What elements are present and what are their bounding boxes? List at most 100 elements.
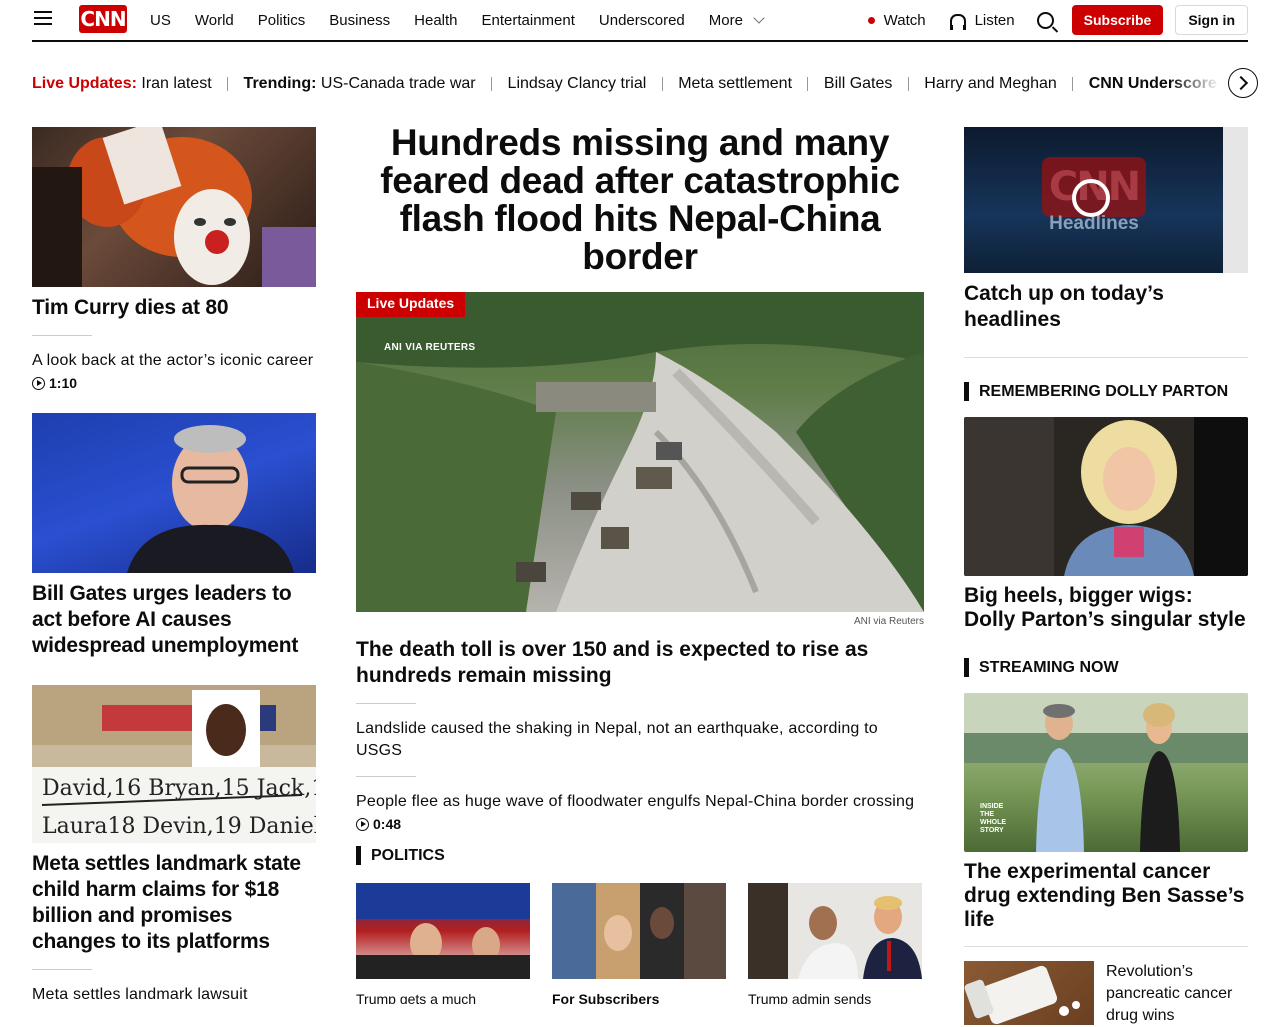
divider (227, 76, 229, 91)
politics-image[interactable] (748, 883, 922, 979)
ben-sasse-image[interactable]: INSIDE THE WHOLE STORY (964, 693, 1248, 852)
divider (807, 76, 809, 91)
nav-business[interactable]: Business (329, 12, 390, 29)
trending-label: Trending: (243, 75, 317, 92)
politics-card[interactable]: Trump gets a much (356, 883, 530, 1004)
divider (491, 76, 493, 91)
nav-world[interactable]: World (195, 12, 234, 29)
streaming-section-header: STREAMING NOW (964, 658, 1248, 677)
pill-bottle-illustration (964, 965, 1080, 1025)
main-headline[interactable]: Hundreds missing and many feared dead af… (356, 124, 924, 276)
politics-card[interactable]: For Subscribers (552, 883, 726, 1004)
politics-caption[interactable]: For Subscribers (552, 990, 726, 1004)
hero-subheadline[interactable]: The death toll is over 150 and is expect… (356, 637, 924, 689)
gates-illustration (127, 425, 294, 573)
flood-illustration (356, 292, 924, 612)
section-bar (356, 846, 361, 865)
politics-card[interactable]: Trump admin sends (748, 883, 922, 1004)
bill-gates-headline[interactable]: Bill Gates urges leaders to act before A… (32, 581, 316, 659)
related-link-usgs[interactable]: Landslide caused the shaking in Nepal, n… (356, 718, 924, 762)
sign-in-button[interactable]: Sign in (1175, 5, 1248, 35)
search-icon[interactable] (1036, 11, 1054, 29)
headlines-video[interactable]: CNN Headlines (964, 127, 1248, 273)
pancreatic-headline[interactable]: Revolution’s pancreatic cancer drug wins (1106, 961, 1248, 1027)
nav-more[interactable]: More (708, 11, 765, 29)
nav-more-label: More (708, 11, 743, 29)
nav-underscored[interactable]: Underscored (599, 12, 685, 29)
nav-us[interactable]: US (150, 12, 171, 29)
subscribe-button[interactable]: Subscribe (1071, 5, 1164, 35)
play-button-icon[interactable] (1072, 179, 1110, 217)
tim-curry-image[interactable] (32, 127, 316, 287)
meta-headline[interactable]: Meta settles landmark state child harm c… (32, 851, 316, 955)
header-tools: Watch Listen Subscribe Sign in (867, 0, 1248, 40)
section-bar (964, 382, 969, 401)
politics-image[interactable] (356, 883, 530, 979)
video-duration: 1:10 (32, 375, 316, 391)
live-updates-badge[interactable]: Live Updates (356, 292, 466, 317)
divider (661, 76, 663, 91)
section-label[interactable]: POLITICS (371, 847, 445, 865)
live-dot-icon (867, 16, 875, 24)
trending-live-item[interactable]: Iran latest (141, 75, 211, 92)
divider (1072, 76, 1074, 91)
meeting-illustration (748, 883, 922, 979)
politics-caption[interactable]: Trump gets a much (356, 990, 530, 1004)
svg-text:David,16 Bryan,15 Jack,15: David,16 Bryan,15 Jack,15 (42, 776, 316, 801)
center-column: Hundreds missing and many feared dead af… (356, 124, 924, 1004)
chevron-down-icon (753, 11, 765, 24)
divider (964, 357, 1248, 358)
ben-sasse-headline[interactable]: The experimental cancer drug extending B… (964, 860, 1248, 932)
right-column: CNN Headlines Catch up on today’s headli… (964, 127, 1248, 1027)
politics-image[interactable] (552, 883, 726, 979)
politics-section-header: POLITICS (356, 846, 924, 865)
photo-watermark: ANI VIA REUTERS (384, 342, 476, 353)
nav-politics[interactable]: Politics (258, 12, 306, 29)
trending-item[interactable]: Bill Gates (824, 75, 892, 92)
related-link-video[interactable]: People flee as huge wave of floodwater e… (356, 791, 924, 813)
meta-sublink[interactable]: Meta settles landmark lawsuit (32, 984, 316, 1006)
pancreatic-card[interactable]: Revolution’s pancreatic cancer drug wins (964, 961, 1248, 1027)
meta-protest-image[interactable]: David,16 Bryan,15 Jack,15 Laura18 Devin,… (32, 685, 316, 843)
politics-caption[interactable]: Trump admin sends (748, 990, 922, 1004)
duration-text: 1:10 (49, 375, 78, 391)
tim-curry-headline[interactable]: Tim Curry dies at 80 (32, 295, 316, 321)
trending-fade (1170, 70, 1220, 98)
left-column: Tim Curry dies at 80 A look back at the … (32, 127, 316, 1006)
svg-text:Laura18 Devin,19 Daniel: Laura18 Devin,19 Daniel (42, 814, 316, 839)
section-label[interactable]: STREAMING NOW (979, 659, 1119, 677)
headlines-video-title[interactable]: Catch up on today’s headlines (964, 281, 1248, 333)
main-nav: US World Politics Business Health Entert… (150, 0, 765, 40)
video-duration: 0:48 (356, 816, 924, 832)
video-edge (1223, 127, 1248, 273)
cnn-logo[interactable]: CNN (79, 5, 127, 33)
dolly-section-header: REMEMBERING DOLLY PARTON (964, 382, 1248, 401)
trending-item[interactable]: Lindsay Clancy trial (508, 75, 647, 92)
dolly-image[interactable] (964, 417, 1248, 576)
chevron-right-icon[interactable] (1228, 68, 1258, 98)
duration-text: 0:48 (373, 816, 402, 832)
dolly-illustration (964, 417, 1248, 576)
trending-item[interactable]: Harry and Meghan (924, 75, 1057, 92)
headphones-icon (949, 13, 966, 30)
bill-gates-image[interactable] (32, 413, 316, 573)
nav-entertainment[interactable]: Entertainment (482, 12, 575, 29)
photo-credit: ANI via Reuters (853, 616, 924, 627)
pill-bottle-image[interactable] (964, 961, 1094, 1025)
section-label[interactable]: REMEMBERING DOLLY PARTON (979, 383, 1228, 401)
listen-link[interactable]: Listen (949, 12, 1015, 30)
nav-health[interactable]: Health (414, 12, 457, 29)
trending-item[interactable]: US-Canada trade war (321, 75, 476, 92)
dolly-headline[interactable]: Big heels, bigger wigs: Dolly Parton’s s… (964, 584, 1248, 632)
watch-link[interactable]: Watch (867, 12, 926, 29)
live-updates-label: Live Updates: (32, 75, 137, 92)
top-header: CNN US World Politics Business Health En… (32, 0, 1248, 42)
divider (32, 969, 92, 970)
divider (964, 946, 1248, 947)
menu-icon[interactable] (34, 11, 52, 25)
flood-hero-image[interactable]: Live Updates ANI VIA REUTERS (356, 292, 924, 612)
streaming-watermark: INSIDE THE WHOLE STORY (980, 803, 1007, 834)
trending-item[interactable]: Meta settlement (678, 75, 792, 92)
tim-curry-sublink[interactable]: A look back at the actor’s iconic career (32, 350, 316, 372)
divider (356, 776, 416, 777)
